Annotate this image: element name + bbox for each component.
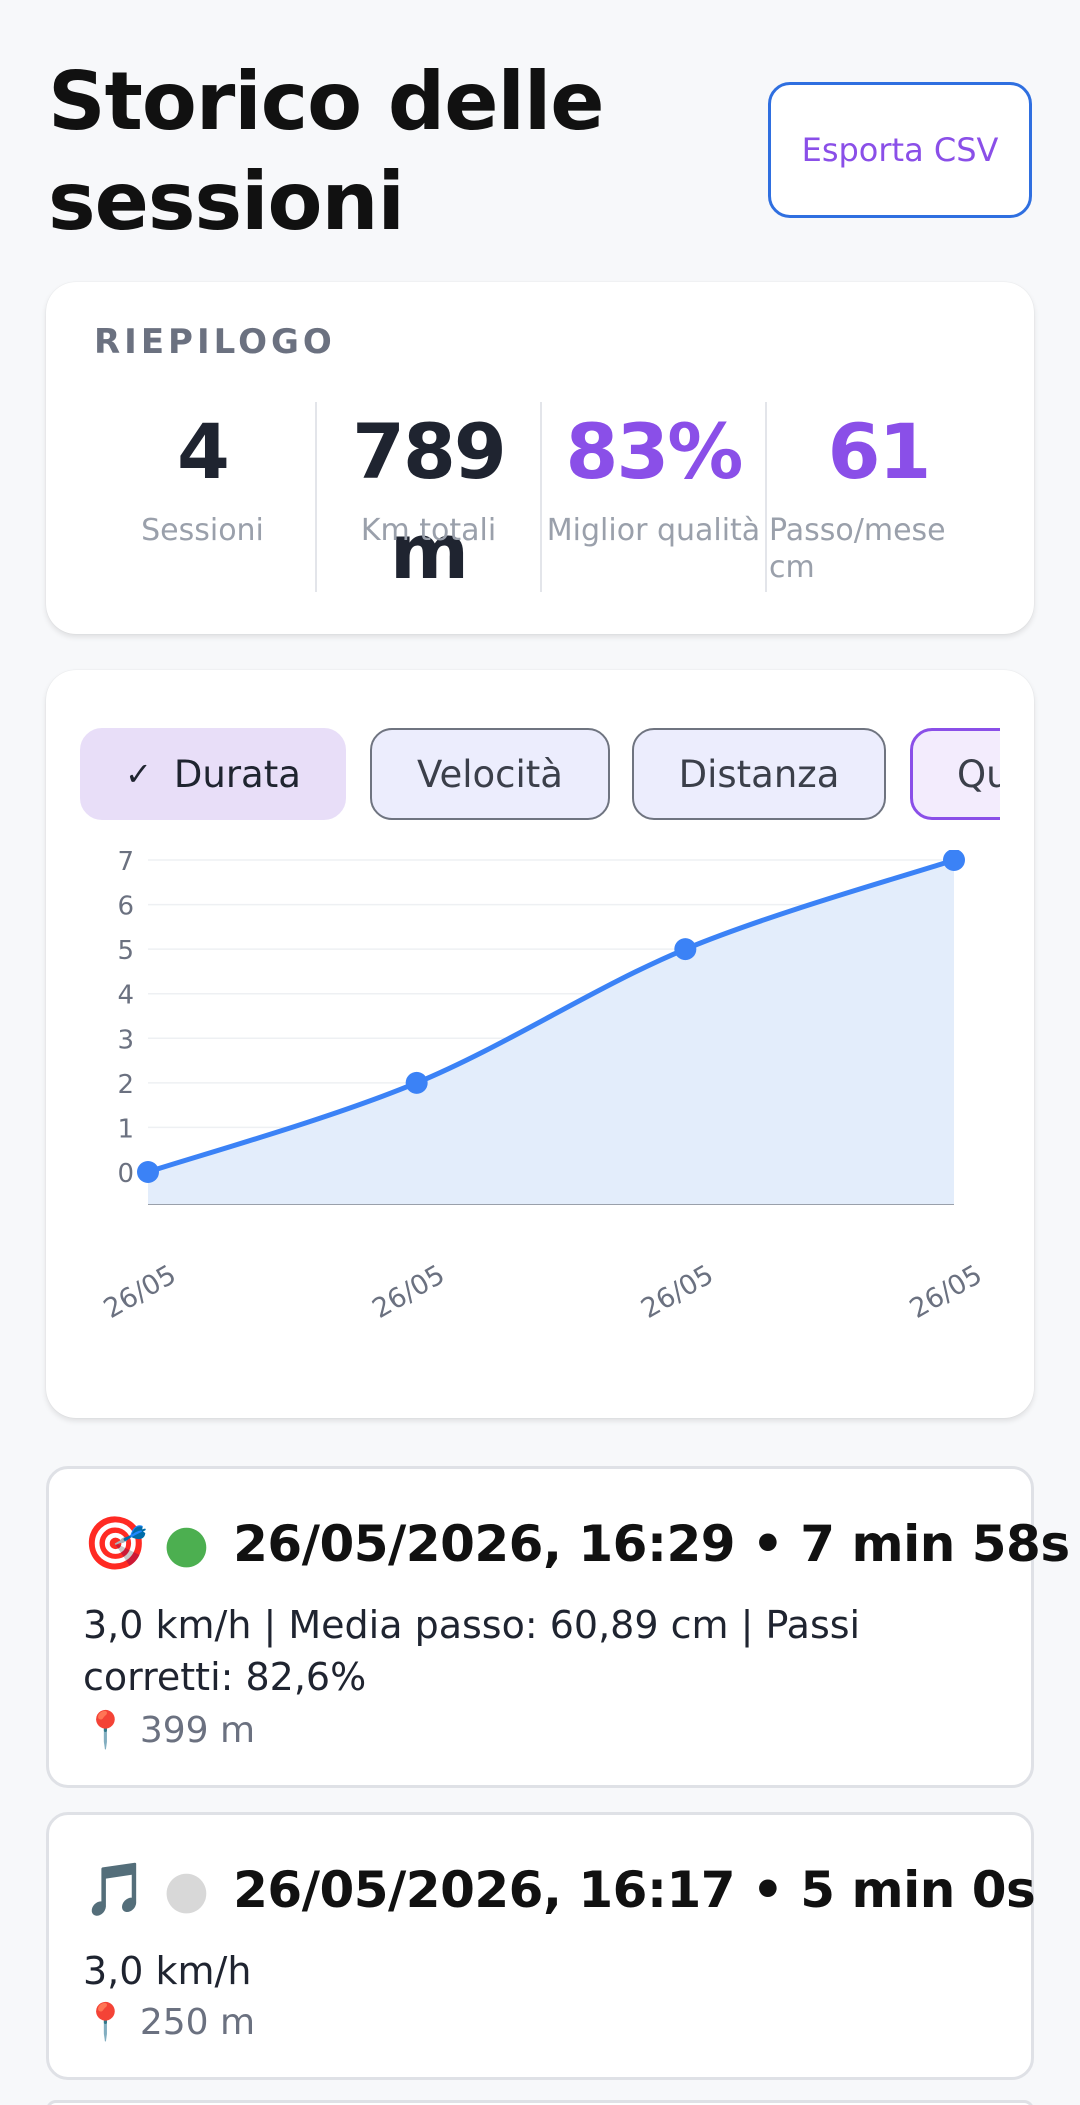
metric-chips: ✓ Durata Velocità Distanza Qu <box>80 728 1000 824</box>
stat-total-distance: 789 m Km totali <box>315 402 540 596</box>
music-note-icon: 🎵 <box>83 1860 148 1920</box>
stat-value: 789 m <box>352 407 507 596</box>
y-tick-label: 7 <box>117 850 134 877</box>
data-point <box>137 1161 159 1183</box>
location-pin-icon: 📍 <box>83 1710 128 1751</box>
session-detail: 3,0 km/h | Media passo: 60,89 cm | Passi… <box>83 1603 861 1699</box>
y-tick-label: 6 <box>117 892 134 922</box>
y-tick-label: 3 <box>117 1025 134 1055</box>
duration-chart: 0 1 2 3 4 5 6 7 26/05 26/05 26/05 26/05 <box>99 850 988 1325</box>
stat-label: Passo/mese <box>769 513 946 548</box>
chip-label: Distanza <box>678 752 840 796</box>
export-csv-button[interactable]: Esporta CSV <box>768 82 1032 218</box>
green-circle-icon: ● <box>163 1514 210 1574</box>
x-tick-label: 26/05 <box>367 1259 450 1325</box>
distance-value: 250 m <box>139 2002 256 2043</box>
stat-label: Km totali <box>360 513 497 548</box>
session-detail: 3,0 km/h <box>83 1949 252 1993</box>
chip-label: Qu <box>957 752 1000 796</box>
chart-card: ✓ Durata Velocità Distanza Qu 0 1 2 3 4 5 6 7 26… <box>46 670 1034 1418</box>
area-fill <box>148 860 954 1204</box>
stat-label: Miglior qualità <box>546 513 761 548</box>
chip-label: Velocità <box>417 752 563 796</box>
chip-distanza[interactable]: Distanza <box>632 728 886 820</box>
chip-velocita[interactable]: Velocità <box>370 728 610 820</box>
white-circle-icon: ● <box>163 1860 210 1920</box>
summary-label: RIEPILOGO <box>94 322 336 362</box>
page-title: Storico delle sessioni <box>48 55 605 248</box>
stat-sessions: 4 Sessioni <box>90 402 315 592</box>
data-point <box>405 1071 428 1094</box>
y-tick-label: 5 <box>117 936 134 966</box>
stat-value: 61 <box>827 407 932 496</box>
stat-label: Sessioni <box>141 513 264 548</box>
check-icon: ✓ <box>125 755 152 793</box>
session-distance: 📍 399 m <box>83 1709 255 1751</box>
stat-value: 4 <box>177 407 230 496</box>
data-point <box>943 850 965 871</box>
session-distance: 📍 250 m <box>83 2001 255 2043</box>
y-tick-label: 0 <box>117 1159 134 1189</box>
session-title: 26/05/2026, 16:29 • 7 min 58s <box>233 1515 1070 1573</box>
x-tick-label: 26/05 <box>99 1259 182 1325</box>
y-tick-label: 2 <box>117 1070 134 1100</box>
x-tick-label: 26/05 <box>636 1259 719 1325</box>
x-tick-label: 26/05 <box>905 1259 988 1325</box>
stat-step-month: 61 Passo/mese cm <box>765 402 990 592</box>
summary-card: RIEPILOGO 4 Sessioni 789 m Km totali 83%… <box>46 282 1034 634</box>
session-card[interactable]: 🎵 ● 26/05/2026, 16:17 • 5 min 0s 3,0 km/… <box>46 1812 1036 2080</box>
session-title: 26/05/2026, 16:17 • 5 min 0s <box>233 1861 1036 1919</box>
stat-unit: cm <box>769 550 815 585</box>
chip-durata[interactable]: ✓ Durata <box>80 728 346 820</box>
data-point <box>674 938 697 961</box>
session-header: 🎵 ● 26/05/2026, 16:17 • 5 min 0s <box>83 1855 1036 1925</box>
stat-value: 83% <box>565 407 744 496</box>
session-header: 🎯 ● 26/05/2026, 16:29 • 7 min 58s <box>83 1509 1070 1579</box>
chip-label: Durata <box>173 752 301 796</box>
summary-stats: 4 Sessioni 789 m Km totali 83% Miglior q… <box>90 402 990 596</box>
y-tick-label: 1 <box>117 1114 134 1144</box>
session-card[interactable]: 🎯 ● 26/05/2026, 16:29 • 7 min 58s 3,0 km… <box>46 1466 1070 1788</box>
session-card-partial[interactable] <box>46 2100 1034 2105</box>
page-header: Storico delle sessioni Esporta CSV <box>48 52 1032 252</box>
y-tick-label: 4 <box>117 981 134 1011</box>
stat-best-quality: 83% Miglior qualità <box>540 402 765 592</box>
target-icon: 🎯 <box>83 1514 148 1574</box>
location-pin-icon: 📍 <box>83 2002 128 2043</box>
distance-value: 399 m <box>139 1710 256 1751</box>
chip-qualita[interactable]: Qu <box>910 728 1000 820</box>
